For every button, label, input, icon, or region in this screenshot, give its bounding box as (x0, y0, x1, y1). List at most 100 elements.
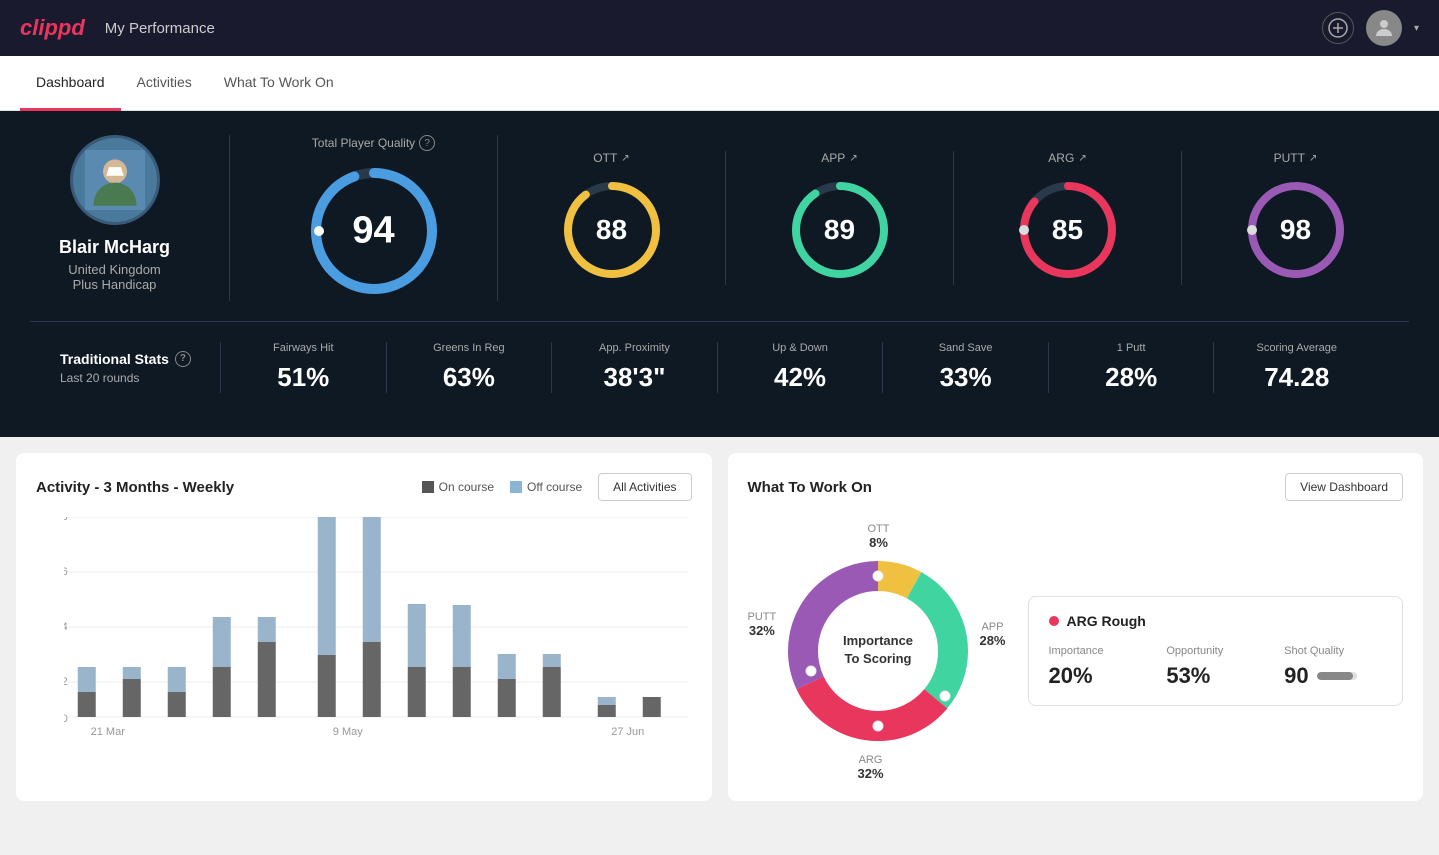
legend-on-course: On course (422, 480, 494, 494)
opportunity-value: 53% (1166, 663, 1264, 689)
arg-label: ARG ↗ (1048, 151, 1086, 165)
activity-chart-card: Activity - 3 Months - Weekly On course O… (16, 453, 712, 801)
trad-stat-value: 42% (774, 362, 826, 393)
app-value: 89 (824, 214, 855, 246)
trad-stat-value: 51% (277, 362, 329, 393)
chart-header: Activity - 3 Months - Weekly On course O… (36, 473, 692, 501)
putt-gauge: 98 (1241, 175, 1351, 285)
traditional-stats: Traditional Stats ? Last 20 rounds Fairw… (30, 321, 1409, 413)
svg-text:Importance: Importance (842, 633, 912, 648)
arg-importance-metric: Importance 20% (1049, 645, 1147, 689)
trad-label: Traditional Stats ? Last 20 rounds (60, 351, 220, 385)
logo[interactable]: clippd (20, 15, 85, 41)
svg-text:21 Mar: 21 Mar (91, 726, 126, 737)
on-course-dot (422, 481, 434, 493)
trad-subtitle: Last 20 rounds (60, 371, 220, 385)
chart-area: 0 2 4 6 8 (36, 517, 692, 742)
ott-metric: OTT ↗ 88 (498, 151, 726, 285)
hero-top: Blair McHarg United Kingdom Plus Handica… (30, 135, 1409, 301)
svg-text:8: 8 (64, 517, 68, 523)
trad-stat-scoring: Scoring Average 74.28 (1213, 342, 1379, 393)
importance-label: Importance (1049, 645, 1147, 657)
shot-quality-bar: 90 (1284, 663, 1382, 689)
chart-svg: 0 2 4 6 8 (64, 517, 692, 737)
arg-card-title: ARG Rough (1049, 613, 1383, 629)
trad-stat-updown: Up & Down 42% (717, 342, 883, 393)
opportunity-label: Opportunity (1166, 645, 1264, 657)
app-label: APP ↗ (821, 151, 857, 165)
bottom-section: Activity - 3 Months - Weekly On course O… (0, 437, 1439, 817)
putt-donut-label: PUTT 32% (748, 611, 777, 638)
trad-stat-greens: Greens In Reg 63% (386, 342, 552, 393)
metrics-section: Total Player Quality ? 94 OTT ↗ (230, 135, 1409, 301)
shot-quality-value: 90 (1284, 663, 1308, 689)
trad-help-icon[interactable]: ? (175, 351, 191, 367)
trad-stat-sandsave: Sand Save 33% (882, 342, 1048, 393)
player-name: Blair McHarg (59, 237, 170, 258)
svg-text:6: 6 (64, 566, 68, 578)
sq-fill (1317, 672, 1353, 680)
trad-stat-label: Up & Down (772, 342, 828, 354)
header-left: clippd My Performance (20, 15, 215, 41)
wtwo-title: What To Work On (748, 479, 872, 496)
importance-value: 20% (1049, 663, 1147, 689)
donut-chart: Importance To Scoring OTT 8% (748, 521, 1008, 781)
svg-text:9 May: 9 May (333, 726, 363, 737)
ott-arrow-icon: ↗ (621, 153, 629, 164)
trad-stat-proximity: App. Proximity 38'3" (551, 342, 717, 393)
putt-metric: PUTT ↗ 98 (1182, 151, 1409, 285)
tpq-help-icon[interactable]: ? (419, 135, 435, 151)
trad-stat-value: 28% (1105, 362, 1157, 393)
add-button[interactable] (1322, 12, 1354, 44)
sq-bar (1317, 672, 1357, 680)
shot-quality-label: Shot Quality (1284, 645, 1382, 657)
tab-dashboard[interactable]: Dashboard (20, 56, 121, 111)
trad-stat-value: 33% (940, 362, 992, 393)
trad-stat-label: App. Proximity (599, 342, 670, 354)
arg-rough-card: ARG Rough Importance 20% Opportunity 53%… (1028, 596, 1404, 706)
putt-label: PUTT ↗ (1274, 151, 1318, 165)
tab-what-to-work-on[interactable]: What To Work On (208, 56, 350, 111)
trad-title: Traditional Stats ? (60, 351, 220, 367)
trad-stat-label: Scoring Average (1256, 342, 1337, 354)
arg-dot (1049, 616, 1059, 626)
header-right: ▾ (1322, 10, 1419, 46)
ott-gauge: 88 (557, 175, 667, 285)
svg-text:27 Jun: 27 Jun (611, 726, 644, 737)
header-title: My Performance (105, 20, 215, 37)
trad-stat-value: 38'3" (604, 362, 666, 393)
header: clippd My Performance ▾ (0, 0, 1439, 56)
tpq-value: 94 (352, 210, 394, 253)
trad-stat-label: Fairways Hit (273, 342, 334, 354)
putt-arrow-icon: ↗ (1309, 153, 1317, 164)
app-metric: APP ↗ 89 (726, 151, 954, 285)
svg-text:To Scoring: To Scoring (844, 651, 911, 666)
trad-stat-label: Sand Save (939, 342, 993, 354)
tpq-label: Total Player Quality ? (312, 135, 435, 151)
view-dashboard-button[interactable]: View Dashboard (1285, 473, 1403, 501)
all-activities-button[interactable]: All Activities (598, 473, 691, 501)
ott-donut-label: OTT 8% (868, 523, 890, 550)
chart-legend: On course Off course (422, 480, 583, 494)
off-course-dot (510, 481, 522, 493)
trad-stat-value: 63% (443, 362, 495, 393)
arg-opportunity-metric: Opportunity 53% (1166, 645, 1264, 689)
tpq-metric: Total Player Quality ? 94 (260, 135, 498, 301)
what-to-work-on-card: What To Work On View Dashboard (728, 453, 1424, 801)
app-donut-label: APP 28% (979, 621, 1005, 648)
svg-text:4: 4 (64, 621, 68, 633)
player-country: United Kingdom (68, 262, 161, 277)
app-gauge: 89 (785, 175, 895, 285)
hero-section: Blair McHarg United Kingdom Plus Handica… (0, 111, 1439, 437)
wtwo-content: Importance To Scoring OTT 8% (748, 521, 1404, 781)
arg-donut-label: ARG 32% (858, 754, 884, 781)
arg-card-metrics: Importance 20% Opportunity 53% Shot Qual… (1049, 645, 1383, 689)
tab-activities[interactable]: Activities (121, 56, 208, 111)
user-avatar[interactable] (1366, 10, 1402, 46)
trad-stat-1putt: 1 Putt 28% (1048, 342, 1214, 393)
player-avatar (70, 135, 160, 225)
ott-label: OTT ↗ (593, 151, 629, 165)
trad-stat-label: Greens In Reg (433, 342, 505, 354)
ott-value: 88 (596, 214, 627, 246)
trad-stat-fairways: Fairways Hit 51% (220, 342, 386, 393)
